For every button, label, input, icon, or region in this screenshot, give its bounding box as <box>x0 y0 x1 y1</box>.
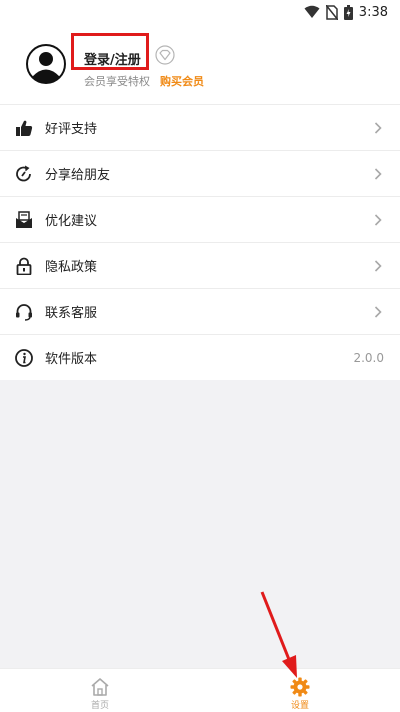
tab-settings[interactable]: 设置 <box>200 669 400 712</box>
gear-icon <box>290 677 310 697</box>
menu-item-rating[interactable]: 好评支持 <box>0 104 400 150</box>
share-refresh-icon <box>16 165 31 182</box>
menu-item-label: 好评支持 <box>45 122 98 137</box>
no-sim-icon <box>325 4 338 20</box>
profile-header: 登录/注册 会员享受特权 购买会员 <box>0 24 400 104</box>
settings-menu: 好评支持 分享给朋友 优化建议 隐私政策 联系客服 软件版本 2.0.0 <box>0 104 400 380</box>
tab-home-label: 首页 <box>90 701 109 711</box>
envelope-icon <box>16 211 32 228</box>
tab-home[interactable]: 首页 <box>0 669 200 712</box>
diamond-vip-icon <box>155 45 175 65</box>
bottom-tab-bar: 首页 设置 <box>0 668 400 712</box>
menu-item-feedback[interactable]: 优化建议 <box>0 196 400 242</box>
status-bar: 3:38 <box>0 0 400 24</box>
tab-settings-label: 设置 <box>290 701 309 711</box>
buy-member-link[interactable]: 购买会员 <box>160 73 204 89</box>
version-number: 2.0.0 <box>353 350 384 365</box>
menu-item-customer-service[interactable]: 联系客服 <box>0 288 400 334</box>
menu-item-label: 优化建议 <box>45 214 98 229</box>
thumbs-up-icon <box>16 120 33 136</box>
chevron-right-icon <box>374 260 382 272</box>
menu-item-share[interactable]: 分享给朋友 <box>0 150 400 196</box>
menu-item-label: 隐私政策 <box>45 260 98 275</box>
home-icon <box>91 678 109 696</box>
chevron-right-icon <box>374 122 382 134</box>
chevron-right-icon <box>374 306 382 318</box>
info-icon <box>15 349 33 367</box>
menu-item-label: 分享给朋友 <box>45 168 111 183</box>
lock-icon <box>16 257 32 275</box>
avatar-icon[interactable] <box>26 44 66 84</box>
chevron-right-icon <box>374 168 382 180</box>
login-register-link[interactable]: 登录/注册 <box>84 49 141 68</box>
status-time: 3:38 <box>358 4 388 20</box>
headset-icon <box>16 304 32 321</box>
menu-item-version[interactable]: 软件版本 2.0.0 <box>0 334 400 380</box>
status-icons: 3:38 <box>304 3 388 21</box>
menu-item-privacy[interactable]: 隐私政策 <box>0 242 400 288</box>
member-privilege-text: 会员享受特权 <box>84 75 150 88</box>
wifi-icon <box>304 5 320 18</box>
chevron-right-icon <box>374 214 382 226</box>
battery-icon <box>343 4 353 20</box>
menu-item-label: 软件版本 <box>45 352 98 367</box>
menu-item-label: 联系客服 <box>45 306 98 321</box>
